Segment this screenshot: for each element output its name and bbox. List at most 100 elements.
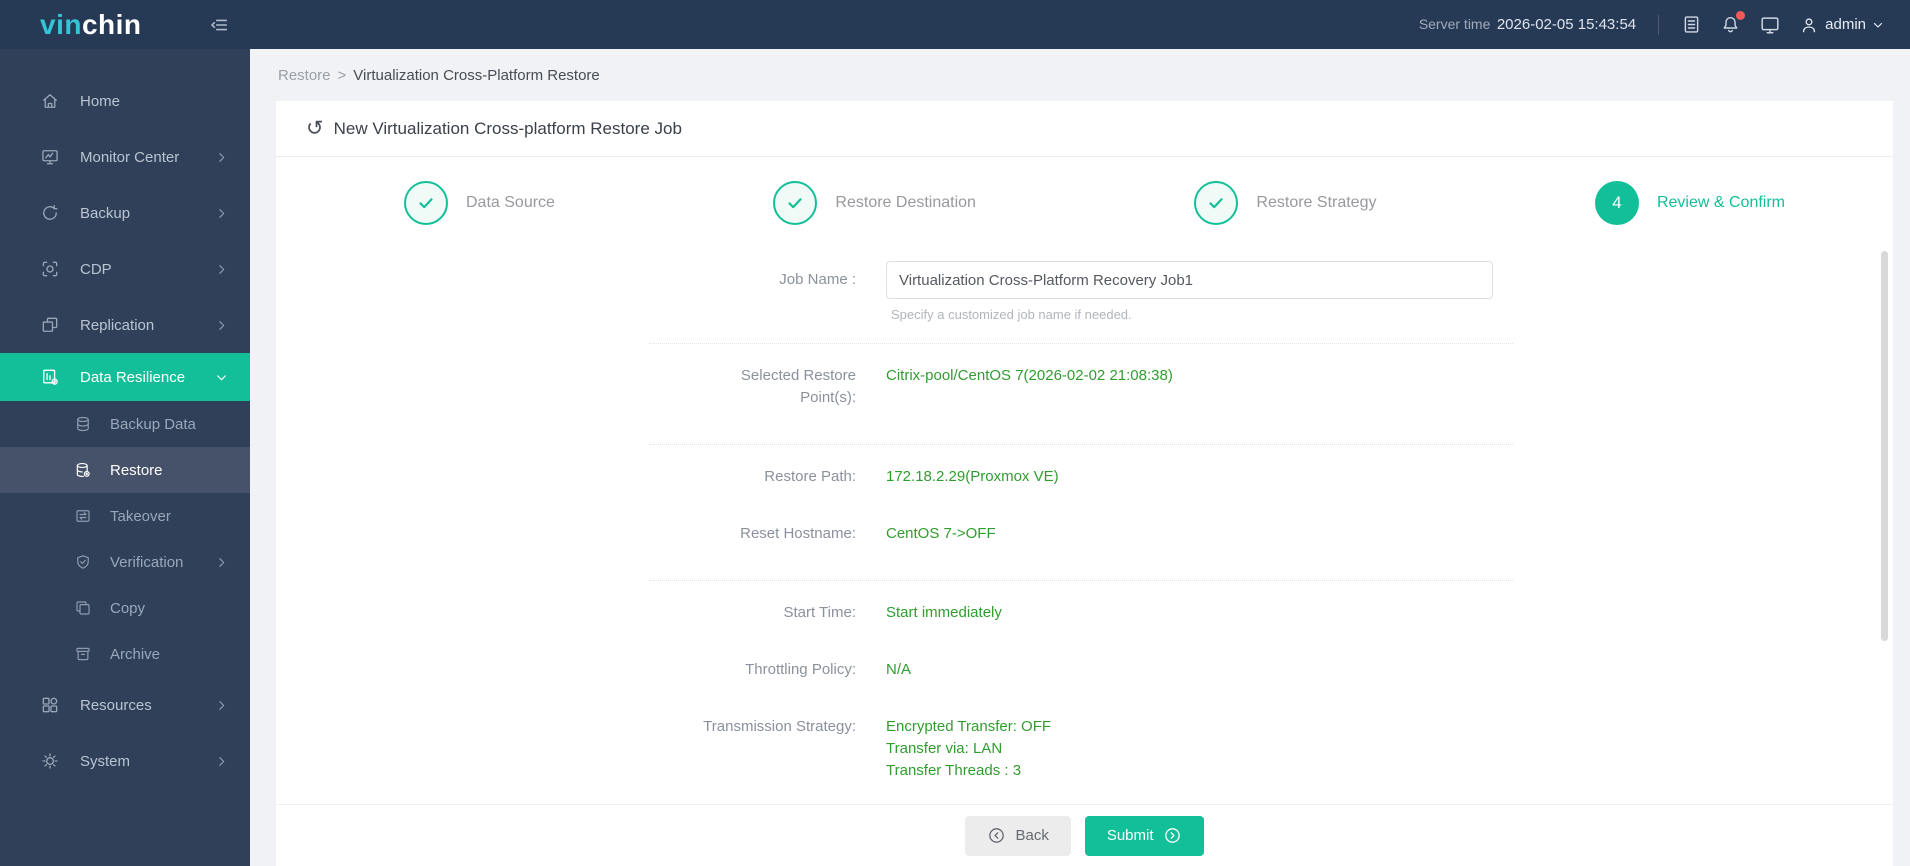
chevron-right-icon <box>215 319 228 332</box>
review-form: Job Name : Specify a customized job name… <box>276 249 1893 804</box>
monitor-chart-icon <box>40 147 62 167</box>
chevron-right-icon <box>215 207 228 220</box>
copy-icon <box>74 599 94 617</box>
chevron-right-icon <box>215 699 228 712</box>
divider <box>649 580 1513 581</box>
database-restore-icon <box>74 461 94 479</box>
vertical-scrollbar[interactable] <box>1881 251 1888 641</box>
breadcrumb-parent[interactable]: Restore <box>278 67 331 84</box>
logo-part-2: chin <box>81 8 142 40</box>
breadcrumb: Restore > Virtualization Cross-Platform … <box>250 49 1910 101</box>
step-label: Restore Strategy <box>1256 194 1377 211</box>
data-resilience-icon <box>40 367 62 387</box>
field-value: 172.18.2.29(Proxmox VE) <box>886 468 1059 485</box>
sidebar-item-label: Backup <box>80 204 131 222</box>
review-row-throttling-policy: Throttling Policy: N/A <box>276 659 1893 681</box>
job-name-row: Job Name : <box>276 261 1893 299</box>
server-time-value: 2026-02-05 15:43:54 <box>1496 15 1637 33</box>
console-icon[interactable] <box>1759 14 1781 36</box>
field-label: Selected Restore Point(s): <box>740 367 856 406</box>
field-label: Reset Hostname: <box>740 525 856 542</box>
sidebar-item-archive[interactable]: Archive <box>0 631 250 677</box>
step-label: Data Source <box>466 194 555 211</box>
review-row-start-time: Start Time: Start immediately <box>276 602 1893 624</box>
sidebar-item-restore[interactable]: Restore <box>0 447 250 493</box>
review-row-reset-hostname: Reset Hostname: CentOS 7->OFF <box>276 523 1893 545</box>
restore-job-card: ↺ New Virtualization Cross-platform Rest… <box>276 101 1893 866</box>
review-row-restore-path: Restore Path: 172.18.2.29(Proxmox VE) <box>276 466 1893 488</box>
sidebar-item-cdp[interactable]: CDP <box>0 241 250 297</box>
field-label: Throttling Policy: <box>745 661 856 678</box>
field-label: Start Time: <box>783 604 856 621</box>
chevron-right-icon <box>215 263 228 276</box>
sidebar-item-home[interactable]: Home <box>0 73 250 129</box>
review-row-restore-point: Selected Restore Point(s): Citrix-pool/C… <box>276 365 1893 409</box>
topbar: vinchin Server time 2026-02-05 15:43:54 <box>0 0 1910 49</box>
sidebar-item-label: Takeover <box>110 507 171 525</box>
sidebar-item-label: Data Resilience <box>80 368 186 386</box>
sidebar-item-backup-data[interactable]: Backup Data <box>0 401 250 447</box>
step-review-confirm[interactable]: 4 Review & Confirm <box>1594 181 1785 225</box>
sidebar-item-backup[interactable]: Backup <box>0 185 250 241</box>
sidebar-item-verification[interactable]: Verification <box>0 539 250 585</box>
page-title: New Virtualization Cross-platform Restor… <box>333 118 682 138</box>
step-data-source[interactable]: Data Source <box>404 181 555 225</box>
user-menu[interactable]: admin <box>1799 15 1884 35</box>
username: admin <box>1825 16 1866 33</box>
cdp-icon <box>40 259 62 279</box>
step-restore-strategy[interactable]: Restore Strategy <box>1194 181 1376 225</box>
sidebar-item-data-resilience[interactable]: Data Resilience <box>0 353 250 401</box>
sidebar-item-label: Monitor Center <box>80 148 180 166</box>
sidebar-item-label: CDP <box>80 260 112 278</box>
wizard-footer: Back Submit <box>276 804 1893 866</box>
chevron-right-icon <box>215 151 228 164</box>
sidebar-item-copy[interactable]: Copy <box>0 585 250 631</box>
step-restore-destination[interactable]: Restore Destination <box>773 181 976 225</box>
topbar-right: Server time 2026-02-05 15:43:54 admin <box>250 11 1910 36</box>
job-name-input[interactable] <box>886 261 1493 299</box>
step-label: Restore Destination <box>835 194 976 211</box>
back-button-label: Back <box>1015 827 1049 844</box>
field-value: Citrix-pool/CentOS 7(2026-02-02 21:08:38… <box>886 367 1173 384</box>
divider <box>649 343 1513 344</box>
topbar-left: vinchin <box>0 8 250 40</box>
log-icon[interactable] <box>1681 14 1702 35</box>
resources-icon <box>40 695 62 715</box>
sidebar-item-label: System <box>80 752 131 770</box>
sidebar-item-replication[interactable]: Replication <box>0 297 250 353</box>
job-name-label: Job Name : <box>779 271 856 288</box>
step-check-icon <box>1194 181 1239 225</box>
sidebar-item-system[interactable]: System <box>0 733 250 789</box>
sidebar-item-label: Archive <box>110 645 161 663</box>
submit-button[interactable]: Submit <box>1084 815 1204 856</box>
back-button[interactable]: Back <box>965 815 1071 856</box>
archive-icon <box>74 645 94 663</box>
verification-icon <box>74 553 94 571</box>
sidebar-item-label: Replication <box>80 316 155 334</box>
chevron-right-icon <box>215 556 228 569</box>
sidebar-item-takeover[interactable]: Takeover <box>0 493 250 539</box>
home-icon <box>40 91 62 111</box>
field-value-line: Transfer via: LAN <box>886 740 1003 757</box>
review-row-transmission-strategy: Transmission Strategy: Encrypted Transfe… <box>276 716 1893 782</box>
menu-collapse-icon[interactable] <box>208 14 230 36</box>
sidebar-item-monitor-center[interactable]: Monitor Center <box>0 129 250 185</box>
restore-icon: ↺ <box>306 117 324 140</box>
content-area: Restore > Virtualization Cross-Platform … <box>250 49 1910 866</box>
bell-icon[interactable] <box>1720 11 1746 35</box>
arrow-right-circle-icon <box>1163 826 1182 845</box>
sidebar-item-resources[interactable]: Resources <box>0 677 250 733</box>
chevron-down-icon <box>215 371 228 384</box>
field-value: N/A <box>886 661 912 678</box>
step-label: Review & Confirm <box>1656 194 1785 211</box>
chevron-down-icon <box>1872 19 1884 31</box>
step-number: 4 <box>1594 181 1639 225</box>
step-check-icon <box>404 181 448 225</box>
submit-button-label: Submit <box>1106 827 1154 844</box>
field-value-line: Transfer Threads : 3 <box>886 762 1022 779</box>
notification-badge <box>1736 11 1746 20</box>
user-icon <box>1799 15 1819 35</box>
field-value: CentOS 7->OFF <box>886 525 996 542</box>
server-time-label: Server time <box>1418 15 1491 32</box>
field-value: Start immediately <box>886 604 1002 621</box>
